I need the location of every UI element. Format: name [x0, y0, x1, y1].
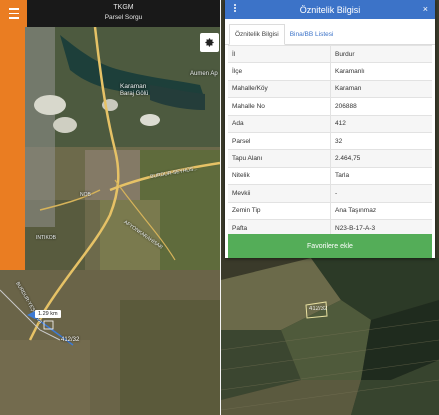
- attribute-key: Tapu Alanı: [228, 149, 331, 168]
- attribute-value: 206888: [330, 97, 432, 116]
- table-row: Ada 412: [228, 114, 432, 133]
- map-label-sw: INTIKOB: [36, 235, 57, 241]
- side-accent-strip: [0, 27, 25, 270]
- map-label-baraj: Baraj Gölü: [120, 91, 149, 97]
- app-subtitle: Parsel Sorgu: [104, 14, 143, 21]
- table-row: Tapu Alanı 2.464,75: [228, 149, 432, 168]
- attribute-value: Ana Taşınmaz: [330, 201, 432, 220]
- attribute-value: 32: [330, 131, 432, 150]
- menu-button[interactable]: [0, 0, 27, 27]
- table-row: Nitelik Tarla: [228, 166, 432, 185]
- table-row: Mahalle No 206888: [228, 97, 432, 116]
- attribute-panel: Öznitelik Bilgisi × Öznitelik Bilgisi Bi…: [225, 0, 435, 258]
- panel-tabs: Öznitelik Bilgisi Bina/BB Listesi: [225, 19, 435, 45]
- right-pane[interactable]: 412/32 Öznitelik Bilgisi × Öznitelik Bil…: [221, 0, 439, 415]
- close-icon[interactable]: ×: [423, 4, 428, 14]
- attribute-key: Mahalle No: [228, 97, 331, 116]
- panel-header: Öznitelik Bilgisi ×: [225, 0, 435, 19]
- attribute-key: Mahalle/Köy: [228, 79, 331, 98]
- attribute-key: Ada: [228, 114, 331, 133]
- table-row: Mevkii -: [228, 184, 432, 203]
- satellite-map[interactable]: [0, 0, 220, 415]
- table-row: Zemin Tip Ana Taşınmaz: [228, 201, 432, 220]
- attribute-table: İl Burdur İlçe Karamanlı Mahalle/Köy Karaman M…: [228, 44, 432, 237]
- app-top-bar: TKGM Parsel Sorgu: [0, 0, 220, 27]
- parcel-label: 412/32: [61, 337, 80, 343]
- attribute-value: 2.464,75: [330, 149, 432, 168]
- tab-attributes[interactable]: Öznitelik Bilgisi: [229, 24, 285, 45]
- panel-title: Öznitelik Bilgisi: [299, 4, 361, 15]
- table-row: İlçe Karamanlı: [228, 62, 432, 81]
- attribute-value: Burdur: [330, 44, 432, 63]
- attribute-key: İl: [228, 44, 331, 63]
- attribute-key: Nitelik: [228, 166, 331, 185]
- attribute-value: Tarla: [330, 166, 432, 185]
- gear-icon: [205, 38, 214, 47]
- more-options-icon[interactable]: [234, 3, 237, 13]
- attribute-key: İlçe: [228, 62, 331, 81]
- attribute-value: 412: [330, 114, 432, 133]
- distance-badge: 1.29 km: [35, 310, 61, 318]
- attribute-value: Karaman: [330, 79, 432, 98]
- attribute-value: -: [330, 184, 432, 203]
- left-map-pane[interactable]: TKGM Parsel Sorgu Aumen Ap Karaman Baraj…: [0, 0, 220, 415]
- tab-building-list[interactable]: Bina/BB Listesi: [285, 25, 339, 44]
- attribute-value: Karamanlı: [330, 62, 432, 81]
- attribute-key: Mevkii: [228, 184, 331, 203]
- map-label-aumena: Aumen Ap: [190, 71, 218, 77]
- app-title: TKGM: [113, 4, 134, 11]
- parcel-label-detail: 412/32: [309, 306, 328, 312]
- hamburger-icon: [8, 7, 19, 20]
- map-label-west: NOB: [80, 192, 91, 198]
- add-to-favorites-button[interactable]: Favorilere ekle: [228, 234, 432, 258]
- map-label-karaman: Karaman: [120, 83, 147, 90]
- table-row: İl Burdur: [228, 44, 432, 63]
- distance-arrow-icon: [27, 311, 35, 319]
- table-row: Mahalle/Köy Karaman: [228, 79, 432, 98]
- settings-button[interactable]: [200, 33, 219, 52]
- attribute-key: Parsel: [228, 131, 331, 150]
- attribute-key: Zemin Tip: [228, 201, 331, 220]
- table-row: Parsel 32: [228, 131, 432, 150]
